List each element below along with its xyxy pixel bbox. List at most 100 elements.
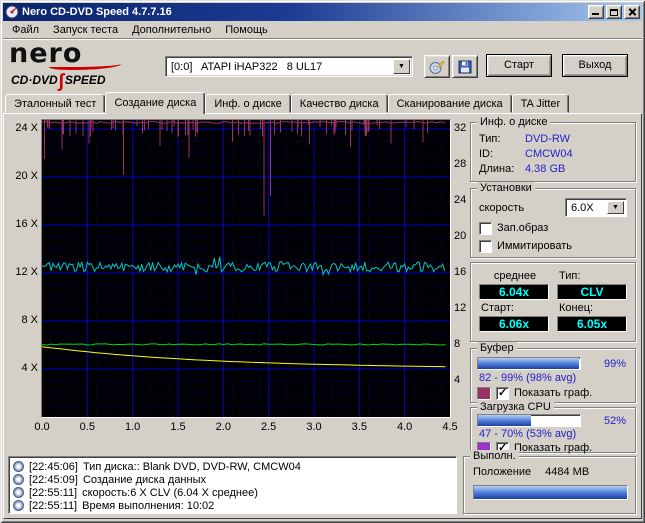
chevron-down-icon[interactable]: ▼ [607,201,624,214]
buffer-progressbar [477,357,581,370]
write-type-label: Тип: [559,270,581,282]
create-disc-button[interactable] [424,55,450,78]
settings-title: Установки [477,182,535,194]
disc-type-label: Тип: [479,133,501,145]
cpu-bar-row: 52% [477,414,629,427]
start-button[interactable]: Старт [486,54,552,77]
window-title: Nero CD-DVD Speed 4.7.7.16 [22,6,172,18]
progress-bar [473,485,628,500]
disc-icon [13,500,24,511]
menu-file[interactable]: Файл [5,22,46,38]
buffer-group: Буфер 99% 82 - 99% (98% avg) Показать гр… [470,342,636,403]
close-button[interactable] [624,5,640,19]
event-log[interactable]: [22:45:06] Тип диска:: Blank DVD, DVD-RW,… [8,456,457,514]
average-speed-value: 6.04x [479,284,549,300]
disc-pencil-icon [429,60,445,74]
chart-plot [41,119,451,418]
tab-disc-info[interactable]: Инф. о диске [205,94,291,113]
end-speed-label: Конец: [559,302,594,314]
log-text: скорость:6 X CLV (6.04 X среднее) [82,486,258,499]
nero-logo-subtitle: CD·DVD∫SPEED [11,71,106,92]
buffer-show-graph-label: Показать граф. [514,387,593,399]
average-speed-label: среднее [493,270,537,282]
exit-button[interactable]: Выход [562,54,628,77]
start-speed-value: 6.06x [479,316,549,332]
log-timestamp: [22:55:11] [29,499,78,512]
tab-create-disc[interactable]: Создание диска [105,92,206,114]
write-image-label: Зап.образ [497,222,549,234]
cpu-group: Загрузка CPU 52% 47 - 70% (53% avg) Пока… [470,401,636,455]
log-line: [22:55:11] Время выполнения: 10:02 [13,499,452,512]
buffer-range: 82 - 99% (98% avg) [479,372,577,384]
buffer-bar-row: 99% [477,357,629,370]
title-bar: Nero CD-DVD Speed 4.7.7.16 [3,3,642,21]
log-timestamp: [22:45:06] [29,460,78,473]
log-timestamp: [22:55:11] [29,486,78,499]
speed-readout-group: среднее Тип: 6.04x CLV Старт: Конец: 6.0… [470,262,636,342]
progress-group: Выполн. Положение 4484 MB [463,450,636,514]
speed-select[interactable]: 6.0X ▼ [565,198,627,217]
settings-group: Установки скорость 6.0X ▼ Зап.образ Имми… [470,182,636,258]
tab-disc-quality[interactable]: Качество диска [290,94,388,113]
disc-icon [13,461,24,472]
maximize-button[interactable] [606,5,622,19]
cpu-title: Загрузка CPU [477,401,554,413]
simulate-option: Иммитировать [479,239,627,253]
disc-id-row: ID: CMCW04 [479,148,627,160]
cpu-percent: 52% [603,414,626,427]
position-label: Положение [473,466,532,478]
disc-id-value: CMCW04 [525,148,573,160]
save-icon [458,60,472,73]
minimize-button[interactable] [588,5,604,19]
save-button[interactable] [452,55,478,78]
disc-length-label: Длина: [479,163,515,175]
nero-logo: nero CD·DVD∫SPEED [9,40,164,92]
buffer-color-swatch [477,386,491,400]
app-window: Nero CD-DVD Speed 4.7.7.16 Файл Запуск т… [0,0,645,523]
write-type-value: CLV [557,284,627,300]
log-text: Создание диска данных [82,473,206,486]
toolbar: nero CD·DVD∫SPEED [0:0] ATAPI iHAP322 8 … [3,40,642,92]
menu-extras[interactable]: Дополнительно [125,22,218,38]
tab-ta-jitter[interactable]: TA Jitter [511,94,570,113]
disc-type-row: Тип: DVD-RW [479,133,627,145]
buffer-show-graph-checkbox[interactable] [496,386,509,400]
drive-select[interactable]: [0:0] ATAPI iHAP322 8 UL17 ▼ [165,56,413,77]
menu-help[interactable]: Помощь [218,22,275,38]
tab-scan-disc[interactable]: Сканирование диска [387,94,512,113]
disc-info-title: Инф. о диске [477,116,551,128]
simulate-checkbox[interactable] [479,239,492,253]
write-image-checkbox[interactable] [479,221,492,235]
simulate-label: Иммитировать [497,240,572,252]
disc-type-value: DVD-RW [525,133,571,145]
tab-benchmark-test[interactable]: Эталонный тест [5,94,106,113]
position-row: Положение 4484 MB [473,466,626,480]
chevron-down-icon[interactable]: ▼ [393,59,410,74]
end-speed-value: 6.05x [557,316,627,332]
position-value: 4484 MB [545,466,590,478]
buffer-title: Буфер [477,342,517,354]
log-timestamp: [22:45:09] [29,473,78,486]
log-text: Время выполнения: 10:02 [82,499,215,512]
menu-run-test[interactable]: Запуск теста [46,22,125,38]
disc-icon [13,487,24,498]
log-line: [22:45:09] Создание диска данных [13,473,452,486]
speed-label: скорость [479,201,525,214]
log-line: [22:55:11] скорость:6 X CLV (6.04 X средн… [13,486,452,499]
buffer-show-graph-row: Показать граф. [477,386,629,400]
buffer-percent: 99% [603,357,626,370]
progress-title: Выполн. [470,450,519,462]
nero-logo-swoosh-icon [49,61,121,70]
logo-s-icon: ∫ [58,71,64,92]
menu-bar: Файл Запуск теста Дополнительно Помощь [3,21,642,38]
app-icon [5,5,19,19]
start-speed-label: Старт: [481,302,514,314]
speed-chart [42,120,450,417]
disc-id-label: ID: [479,148,494,160]
speed-row: скорость 6.0X ▼ [479,198,627,217]
tab-strip: Эталонный тест Создание диска Инф. о дис… [5,92,640,114]
log-text: Тип диска:: Blank DVD, DVD-RW, CMCW04 [82,460,301,473]
cpu-progressbar [477,414,581,427]
cpu-range: 47 - 70% (53% avg) [479,428,577,440]
write-image-option: Зап.образ [479,221,627,235]
